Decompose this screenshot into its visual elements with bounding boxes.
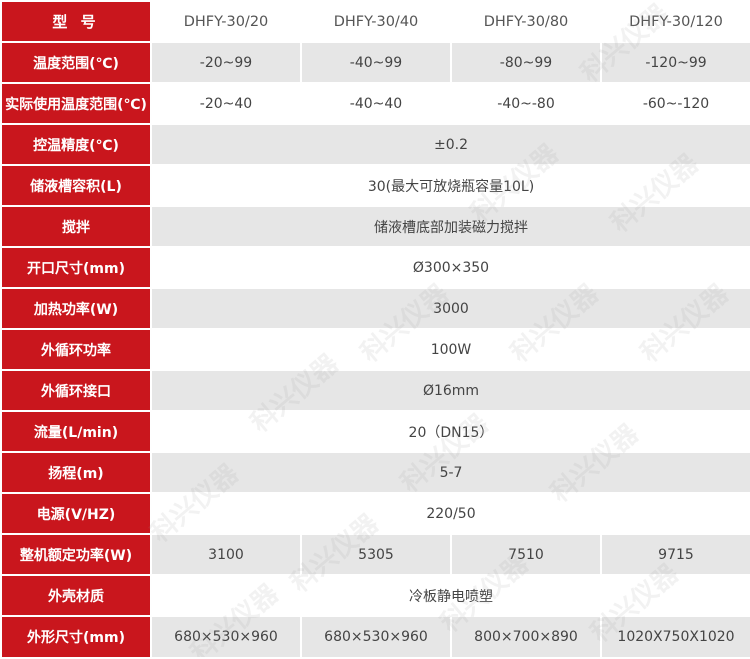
spec-value: 1020X750X1020	[600, 615, 750, 659]
row-label: 电源(V/HZ)	[0, 492, 152, 535]
spec-row-temperature-range: 温度范围(℃) -20~99 -40~99 -80~99 -120~99	[0, 41, 750, 84]
row-label: 外循环接口	[0, 369, 152, 412]
spec-value: 5-7	[150, 451, 750, 494]
row-label: 外循环功率	[0, 328, 152, 371]
row-label: 控温精度(℃)	[0, 123, 152, 166]
spec-value: ±0.2	[150, 123, 750, 166]
spec-row-pump-head: 扬程(m) 5-7	[0, 451, 750, 494]
spec-value: -20~40	[150, 82, 302, 125]
row-label: 温度范围(℃)	[0, 41, 152, 84]
spec-value: 5305	[300, 533, 452, 576]
spec-value: 680×530×960	[300, 615, 452, 659]
model-name: DHFY-30/40	[300, 0, 452, 43]
spec-row-power-supply: 电源(V/HZ) 220/50	[0, 492, 750, 535]
spec-value: -60~-120	[600, 82, 750, 125]
spec-value: Ø300×350	[150, 246, 750, 289]
spec-value: -40~-80	[450, 82, 602, 125]
row-label: 扬程(m)	[0, 451, 152, 494]
row-label: 外形尺寸(mm)	[0, 615, 152, 659]
spec-value: 100W	[150, 328, 750, 371]
row-label: 整机额定功率(W)	[0, 533, 152, 576]
spec-row-rated-power: 整机额定功率(W) 3100 5305 7510 9715	[0, 533, 750, 576]
spec-value: 20（DN15）	[150, 410, 750, 453]
row-label: 储液槽容积(L)	[0, 164, 152, 207]
row-label: 外壳材质	[0, 574, 152, 617]
spec-row-dimensions: 外形尺寸(mm) 680×530×960 680×530×960 800×700…	[0, 615, 750, 659]
spec-row-circulation-port: 外循环接口 Ø16mm	[0, 369, 750, 412]
model-header-label: 型 号	[0, 0, 152, 43]
model-name: DHFY-30/80	[450, 0, 602, 43]
spec-row-tank-volume: 储液槽容积(L) 30(最大可放烧瓶容量10L)	[0, 164, 750, 207]
spec-value: 7510	[450, 533, 602, 576]
spec-row-stirring: 搅拌 储液槽底部加装磁力搅拌	[0, 205, 750, 248]
row-label: 搅拌	[0, 205, 152, 248]
row-label: 加热功率(W)	[0, 287, 152, 330]
header-row: 型 号 DHFY-30/20 DHFY-30/40 DHFY-30/80 DHF…	[0, 0, 750, 43]
spec-row-circulation-power: 外循环功率 100W	[0, 328, 750, 371]
row-label: 流量(L/min)	[0, 410, 152, 453]
spec-row-flow-rate: 流量(L/min) 20（DN15）	[0, 410, 750, 453]
spec-value: -120~99	[600, 41, 750, 84]
spec-value: 储液槽底部加装磁力搅拌	[150, 205, 750, 248]
spec-table: 型 号 DHFY-30/20 DHFY-30/40 DHFY-30/80 DHF…	[0, 0, 750, 659]
spec-value: 680×530×960	[150, 615, 302, 659]
row-label: 开口尺寸(mm)	[0, 246, 152, 289]
model-name: DHFY-30/120	[600, 0, 750, 43]
spec-value: Ø16mm	[150, 369, 750, 412]
spec-row-working-temperature: 实际使用温度范围(℃) -20~40 -40~40 -40~-80 -60~-1…	[0, 82, 750, 125]
spec-row-opening-size: 开口尺寸(mm) Ø300×350	[0, 246, 750, 289]
spec-value: 220/50	[150, 492, 750, 535]
spec-row-heating-power: 加热功率(W) 3000	[0, 287, 750, 330]
spec-value: -40~40	[300, 82, 452, 125]
spec-row-control-accuracy: 控温精度(℃) ±0.2	[0, 123, 750, 166]
spec-value: 9715	[600, 533, 750, 576]
spec-value: 3100	[150, 533, 302, 576]
spec-value: -80~99	[450, 41, 602, 84]
spec-value: 800×700×890	[450, 615, 602, 659]
spec-value: 冷板静电喷塑	[150, 574, 750, 617]
row-label: 实际使用温度范围(℃)	[0, 82, 152, 125]
spec-row-housing-material: 外壳材质 冷板静电喷塑	[0, 574, 750, 617]
spec-value: 30(最大可放烧瓶容量10L)	[150, 164, 750, 207]
spec-value: 3000	[150, 287, 750, 330]
spec-value: -20~99	[150, 41, 302, 84]
spec-value: -40~99	[300, 41, 452, 84]
model-name: DHFY-30/20	[150, 0, 302, 43]
